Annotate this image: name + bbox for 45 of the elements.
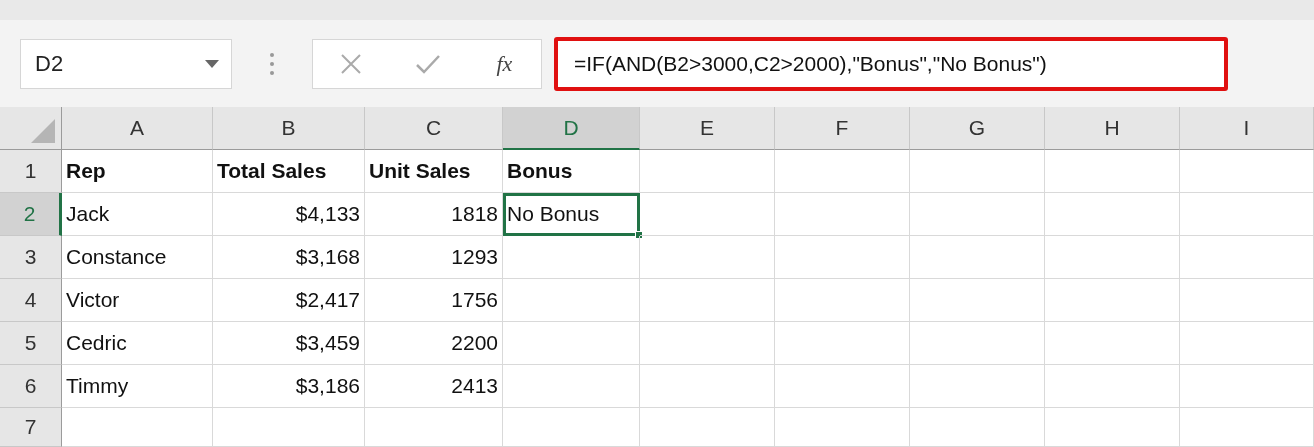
column-header[interactable]: D (503, 107, 640, 150)
table-cell: 1756 (365, 279, 503, 322)
column-header[interactable]: B (213, 107, 365, 150)
select-all-button[interactable] (0, 107, 62, 150)
fill-handle[interactable] (635, 231, 643, 239)
dropdown-caret-icon[interactable] (205, 59, 219, 68)
table-cell: Rep (62, 150, 213, 193)
column-header[interactable]: F (775, 107, 910, 150)
row-header[interactable]: 7 (0, 408, 62, 447)
column-header[interactable]: G (910, 107, 1045, 150)
table-cell: $4,133 (213, 193, 365, 236)
table-cell: Timmy (62, 365, 213, 408)
triangle-icon (31, 119, 55, 143)
table-cell: 1818 (365, 193, 503, 236)
table-cell: 2200 (365, 322, 503, 365)
column-header[interactable]: E (640, 107, 775, 150)
insert-function-button[interactable]: fx (494, 47, 515, 80)
table-cell: Victor (62, 279, 213, 322)
table-cell: Unit Sales (365, 150, 503, 193)
vertical-dots-icon (270, 52, 274, 75)
table-cell: Total Sales (213, 150, 365, 193)
table-cell: 1293 (365, 236, 503, 279)
formula-field[interactable]: =IF(AND(B2>3000,C2>2000),"Bonus","No Bonus") (554, 36, 1228, 91)
row-header[interactable]: 1 (0, 150, 62, 193)
table-cell: Bonus (503, 150, 640, 193)
row-header[interactable]: 3 (0, 236, 62, 279)
column-header[interactable]: A (62, 107, 213, 150)
table-cell: Constance (62, 236, 213, 279)
row-header[interactable]: 5 (0, 322, 62, 365)
table-cell: 2413 (365, 365, 503, 408)
table-cell: No Bonus (503, 193, 640, 236)
row-header[interactable]: 6 (0, 365, 62, 408)
row-header[interactable]: 4 (0, 279, 62, 322)
table-cell: Jack (62, 193, 213, 236)
table-cell: $3,186 (213, 365, 365, 408)
column-header[interactable]: C (365, 107, 503, 150)
table-cell: $3,459 (213, 322, 365, 365)
table-cell: $2,417 (213, 279, 365, 322)
column-header[interactable]: H (1045, 107, 1180, 150)
table-cell: $3,168 (213, 236, 365, 279)
column-header[interactable]: I (1180, 107, 1314, 150)
table-cell: Cedric (62, 322, 213, 365)
name-box[interactable]: D2 (20, 38, 232, 89)
cancel-icon[interactable] (339, 52, 362, 75)
row-header[interactable]: 2 (0, 193, 62, 236)
